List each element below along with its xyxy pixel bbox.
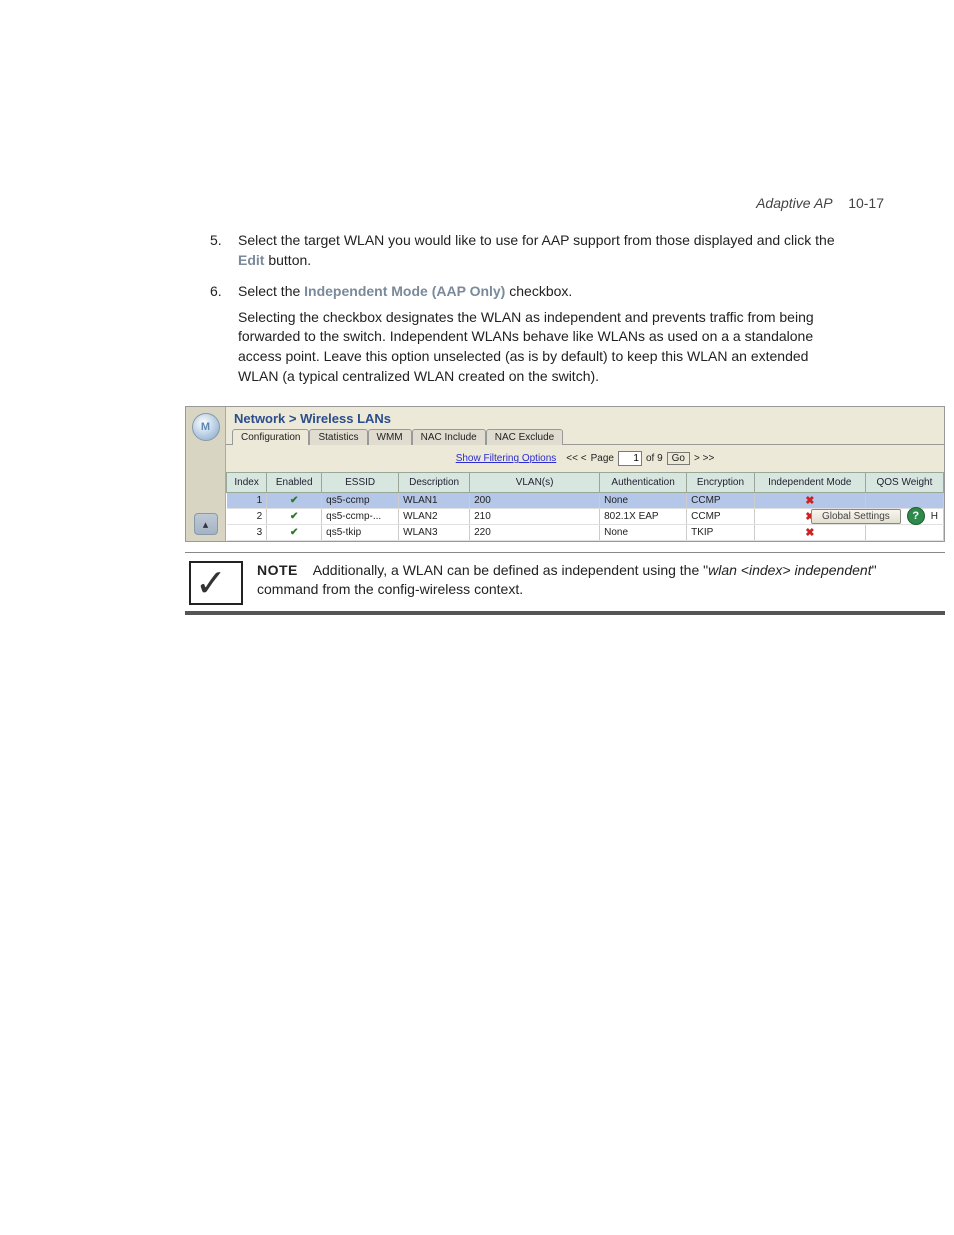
tab-nac-include[interactable]: NAC Include [412,429,486,445]
scroll-up-button[interactable]: ▴ [194,513,218,535]
keyword-edit: Edit [238,252,264,268]
help-icon[interactable]: ? [907,507,925,525]
table-row[interactable]: 3✔qs5-tkipWLAN3220NoneTKIP✖ [227,525,944,541]
pager-prev[interactable]: << < [566,453,586,464]
page-header: Adaptive AP 10-17 [50,0,904,231]
global-settings-button[interactable]: Global Settings [811,509,901,524]
tab-wmm[interactable]: WMM [368,429,412,445]
col-qos[interactable]: QOS Weight [865,473,943,493]
col-encryption[interactable]: Encryption [687,473,755,493]
pager-go-button[interactable]: Go [667,452,690,465]
tab-configuration[interactable]: Configuration [232,429,309,445]
step-number: 6. [210,282,222,302]
pager-next[interactable]: > >> [694,453,714,464]
tab-strip: Configuration Statistics WMM NAC Include… [226,426,944,445]
step-number: 5. [210,231,222,251]
note-box: ✓ NOTE Additionally, a WLAN can be defin… [185,552,945,615]
help-label-fragment: H [931,511,938,522]
sidebar: M ▴ [186,407,226,541]
col-enabled[interactable]: Enabled [267,473,322,493]
col-description[interactable]: Description [399,473,470,493]
tab-nac-exclude[interactable]: NAC Exclude [486,429,563,445]
col-index[interactable]: Index [227,473,267,493]
checkmark-icon: ✓ [189,561,243,605]
step-text: button. [264,252,311,268]
note-text: Additionally, a WLAN can be defined as i… [313,562,708,578]
col-essid[interactable]: ESSID [322,473,399,493]
step-followup-text: Selecting the checkbox designates the WL… [238,308,844,386]
keyword-independent: Independent Mode (AAP Only) [304,283,505,299]
step-text: checkbox. [505,283,572,299]
pager-page-input[interactable] [618,451,642,466]
logo-icon: M [192,413,220,441]
breadcrumb: Network > Wireless LANs [226,407,944,426]
col-independent[interactable]: Independent Mode [754,473,865,493]
screenshot-panel: M ▴ Network > Wireless LANs Configuratio… [185,406,945,542]
header-section: Adaptive AP [756,195,833,211]
pager-of-label: of 9 [646,453,663,464]
header-pagenum: 10-17 [848,195,884,211]
show-filtering-link[interactable]: Show Filtering Options [456,453,557,464]
instruction-list: 5. Select the target WLAN you would like… [210,231,844,386]
pager-page-label: Page [591,453,614,464]
pager: << < Page of 9 Go > >> [566,451,714,466]
step-text: Select the [238,283,304,299]
note-label: NOTE [257,562,298,578]
note-command: wlan <index> independent [708,562,871,578]
col-auth[interactable]: Authentication [600,473,687,493]
step-text: Select the target WLAN you would like to… [238,232,835,248]
tab-statistics[interactable]: Statistics [309,429,367,445]
col-vlans[interactable]: VLAN(s) [470,473,600,493]
